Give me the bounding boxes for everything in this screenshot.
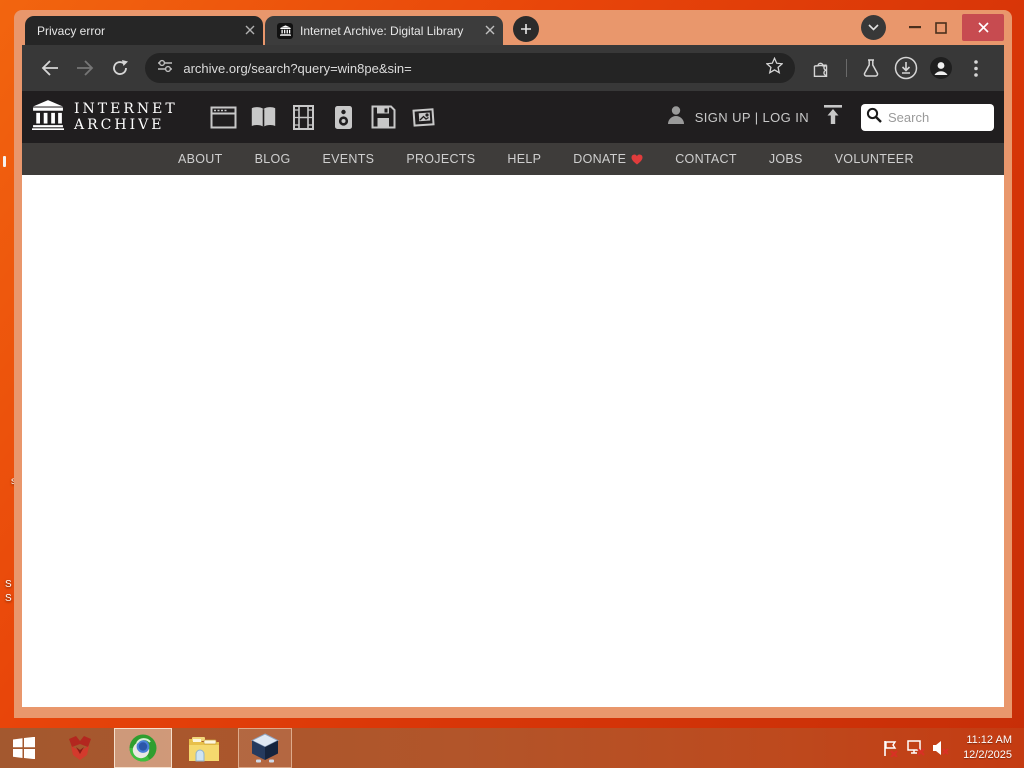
labs-flask-icon[interactable] (858, 55, 883, 81)
ia-logo-icon[interactable] (32, 99, 64, 135)
tab-title: Privacy error (37, 23, 106, 38)
taskbar-clock[interactable]: 11:12 AM 12/2/2025 (963, 733, 1012, 763)
ia-wordmark[interactable]: INTERNET ARCHIVE (74, 101, 178, 133)
action-center-flag-icon[interactable] (878, 740, 903, 757)
downloads-icon[interactable] (894, 55, 919, 81)
file-explorer-button[interactable] (180, 728, 228, 768)
start-button[interactable] (0, 728, 48, 768)
address-bar[interactable]: archive.org/search?query=win8pe&sin= (145, 53, 796, 83)
url-text[interactable]: archive.org/search?query=win8pe&sin= (183, 61, 411, 76)
person-icon (665, 104, 687, 131)
web-icon[interactable] (204, 106, 244, 129)
tab-internet-archive[interactable]: Internet Archive: Digital Library (265, 16, 503, 45)
nav-volunteer[interactable]: VOLUNTEER (819, 152, 930, 166)
audio-icon[interactable] (324, 105, 364, 130)
internet-archive-favicon (277, 22, 293, 39)
desktop-label-fragment: S (5, 579, 12, 590)
nav-projects[interactable]: PROJECTS (390, 152, 491, 166)
network-status-icon[interactable] (903, 740, 928, 756)
software-icon[interactable] (364, 105, 404, 129)
nav-about[interactable]: ABOUT (162, 152, 239, 166)
clock-time: 11:12 AM (966, 734, 1012, 747)
profile-avatar-icon[interactable] (929, 55, 954, 81)
tab-privacy-error[interactable]: Privacy error (25, 16, 263, 45)
nav-help[interactable]: HELP (491, 152, 557, 166)
ia-header: INTERNET ARCHIVE SIGN UP | LOG IN Search (22, 91, 1004, 143)
page-content (22, 175, 1004, 707)
volume-muted-icon[interactable] (928, 740, 953, 756)
tab-close-icon[interactable] (485, 24, 495, 38)
signup-login-link[interactable]: SIGN UP | LOG IN (695, 110, 809, 125)
browser-window: Privacy error Internet Archive: Digital … (14, 10, 1012, 718)
ia-nav: ABOUT BLOG EVENTS PROJECTS HELP DONATE C… (22, 143, 1004, 175)
forward-icon[interactable] (72, 55, 97, 81)
desktop-label-fragment: S (5, 593, 12, 604)
nav-events[interactable]: EVENTS (307, 152, 391, 166)
window-controls (861, 14, 1004, 41)
close-button[interactable] (962, 14, 1004, 41)
nav-jobs[interactable]: JOBS (753, 152, 819, 166)
tab-search-button[interactable] (861, 15, 886, 40)
nav-contact[interactable]: CONTACT (659, 152, 753, 166)
system-tray: 11:12 AM 12/2/2025 (878, 733, 1024, 763)
ia-search-input[interactable] (886, 108, 981, 126)
ia-search-box[interactable] (861, 103, 994, 131)
virtualbox-button[interactable] (238, 728, 292, 768)
tab-title: Internet Archive: Digital Library (300, 23, 464, 38)
desktop: s S S Privacy error (0, 0, 1024, 768)
nav-blog[interactable]: BLOG (239, 152, 307, 166)
tab-strip: Privacy error Internet Archive: Digital … (22, 10, 1004, 45)
media-type-icons (204, 104, 444, 130)
video-icon[interactable] (284, 104, 324, 130)
upload-icon[interactable] (823, 104, 843, 130)
bookmark-star-icon[interactable] (765, 56, 785, 79)
back-icon[interactable] (37, 55, 62, 81)
tab-close-icon[interactable] (245, 24, 255, 38)
browser-body: archive.org/search?query=win8pe&sin= INT… (22, 45, 1004, 707)
extensions-icon[interactable] (808, 55, 833, 81)
ia-header-right: SIGN UP | LOG IN (665, 103, 994, 131)
browser-toolbar: archive.org/search?query=win8pe&sin= (22, 45, 1004, 91)
heart-icon (631, 154, 643, 165)
menu-kebab-icon[interactable] (964, 55, 989, 81)
texts-icon[interactable] (244, 106, 284, 129)
reload-icon[interactable] (107, 55, 132, 81)
red-app-button[interactable] (56, 728, 104, 768)
chrome-taskbar-button[interactable] (114, 728, 172, 768)
site-settings-icon[interactable] (157, 59, 173, 78)
search-icon (866, 107, 882, 128)
desktop-icon-fragment (3, 156, 6, 167)
images-icon[interactable] (404, 105, 444, 129)
clock-date: 12/2/2025 (963, 749, 1012, 761)
new-tab-button[interactable] (513, 16, 539, 42)
taskbar: 11:12 AM 12/2/2025 (0, 728, 1024, 768)
maximize-button[interactable] (928, 15, 954, 41)
minimize-button[interactable] (902, 15, 928, 41)
toolbar-divider (845, 59, 847, 77)
nav-donate[interactable]: DONATE (557, 152, 659, 166)
